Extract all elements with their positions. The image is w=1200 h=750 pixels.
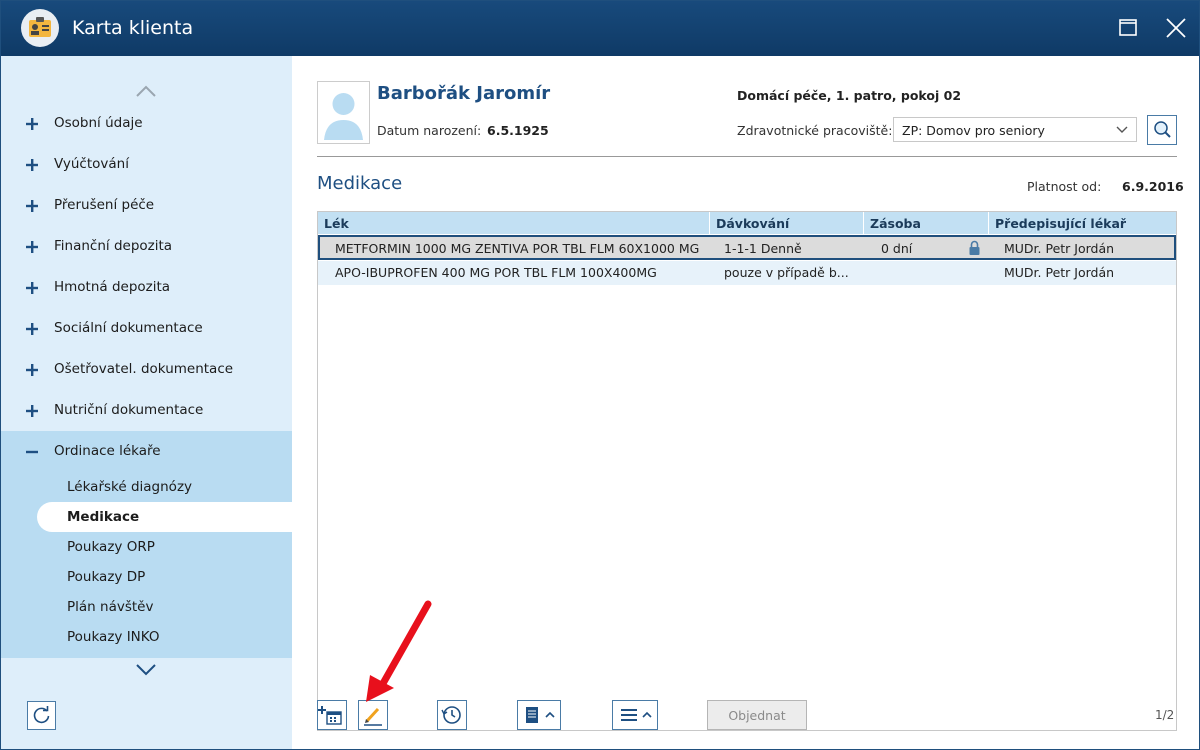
history-button[interactable] (437, 700, 467, 730)
plus-icon (26, 241, 38, 253)
document-icon (526, 707, 555, 723)
column-header-doctor[interactable]: Předepisující lékař (989, 212, 1176, 234)
client-location: Domácí péče, 1. patro, pokoj 02 (737, 88, 962, 103)
sidebar-item-label: Finanční depozita (54, 238, 173, 254)
table-row[interactable]: METFORMIN 1000 MG ZENTIVA POR TBL FLM 60… (318, 235, 1176, 260)
close-button[interactable] (1161, 13, 1191, 43)
cell-dosage: pouze v případě b... (724, 265, 849, 280)
cell-drug: METFORMIN 1000 MG ZENTIVA POR TBL FLM 60… (335, 241, 700, 256)
cell-doctor: MUDr. Petr Jordán (1004, 241, 1115, 256)
order-button[interactable]: Objednat (707, 700, 807, 730)
medication-table: Lék Dávkování Zásoba Předepisující lékař… (317, 211, 1177, 731)
plus-icon (26, 200, 38, 212)
cell-stock: 0 dní (881, 241, 913, 256)
sidebar-subitem-label: Poukazy DP (67, 569, 146, 585)
column-header-dosage[interactable]: Dávkování (710, 212, 864, 234)
sidebar-item-social-docs[interactable]: Sociální dokumentace (1, 309, 292, 350)
cell-drug: APO-IBUPROFEN 400 MG POR TBL FLM 100X400… (335, 265, 657, 280)
minus-icon (26, 450, 38, 454)
sidebar-item-financial-deposits[interactable]: Finanční depozita (1, 227, 292, 268)
sidebar: Osobní údaje Vyúčtování Přerušení péče F… (1, 56, 292, 749)
header-separator (317, 156, 1177, 157)
sidebar-subitem-label: Poukazy INKO (67, 629, 160, 645)
valid-from-label: Platnost od: (1027, 179, 1102, 194)
sidebar-item-label: Hmotná depozita (54, 279, 171, 295)
sidebar-item-doctor-office[interactable]: Ordinace lékaře (1, 432, 292, 473)
cell-doctor: MUDr. Petr Jordán (1004, 265, 1115, 280)
sidebar-item-care-interruption[interactable]: Přerušení péče (1, 186, 292, 227)
chevron-down-icon (1116, 126, 1128, 133)
scroll-down-icon[interactable] (131, 660, 161, 680)
valid-from-value: 6.9.2016 (1122, 179, 1184, 194)
sidebar-item-label: Sociální dokumentace (54, 320, 203, 336)
person-placeholder-icon (324, 93, 363, 140)
order-button-label: Objednat (728, 708, 786, 723)
workplace-label: Zdravotnické pracoviště: (737, 123, 893, 138)
plus-icon (26, 323, 38, 335)
sidebar-subitem-visit-plan[interactable]: Plán návštěv (37, 592, 292, 622)
history-icon (441, 706, 461, 724)
plus-icon (26, 118, 38, 130)
add-medication-button[interactable] (317, 700, 347, 730)
search-button[interactable] (1147, 115, 1177, 145)
more-menu-button[interactable] (612, 700, 658, 730)
column-header-drug[interactable]: Lék (318, 212, 710, 234)
sidebar-item-nursing-docs[interactable]: Ošetřovatel. dokumentace (1, 350, 292, 391)
sidebar-subitem-dp-vouchers[interactable]: Poukazy DP (37, 562, 292, 592)
sidebar-item-material-deposits[interactable]: Hmotná depozita (1, 268, 292, 309)
sidebar-subitem-label: Poukazy ORP (67, 539, 155, 555)
cell-dosage: 1-1-1 Denně (724, 241, 802, 256)
table-row[interactable]: APO-IBUPROFEN 400 MG POR TBL FLM 100X400… (318, 261, 1176, 285)
plus-icon (26, 405, 38, 417)
refresh-button[interactable] (27, 701, 56, 730)
sidebar-subitem-inko-vouchers[interactable]: Poukazy INKO (37, 622, 292, 652)
section-title: Medikace (317, 173, 403, 194)
refresh-icon (33, 706, 50, 724)
sidebar-item-label: Ošetřovatel. dokumentace (54, 361, 234, 377)
table-header: Lék Dávkování Zásoba Předepisující lékař (318, 212, 1176, 234)
client-name: Barbořák Jaromír (377, 83, 551, 104)
scroll-up-icon[interactable] (131, 81, 161, 101)
sidebar-item-label: Přerušení péče (54, 197, 155, 213)
sidebar-subitem-orp-vouchers[interactable]: Poukazy ORP (37, 532, 292, 562)
client-card-icon (21, 9, 59, 47)
maximize-button[interactable] (1112, 13, 1142, 43)
lock-icon (969, 240, 980, 255)
sidebar-item-label: Osobní údaje (54, 115, 143, 131)
workplace-select[interactable]: ZP: Domov pro seniory (893, 117, 1137, 142)
sidebar-subitem-medication[interactable]: Medikace (37, 502, 292, 532)
sidebar-item-nutrition-docs[interactable]: Nutriční dokumentace (1, 391, 292, 432)
hamburger-menu-icon (621, 709, 652, 721)
sidebar-subitem-diagnoses[interactable]: Lékařské diagnózy (37, 472, 292, 502)
dob-value: 6.5.1925 (487, 123, 549, 138)
sidebar-item-billing[interactable]: Vyúčtování (1, 145, 292, 186)
annotation-arrow-icon (366, 600, 432, 702)
document-menu-button[interactable] (517, 700, 561, 730)
plus-icon (26, 159, 38, 171)
sidebar-subitem-label: Lékařské diagnózy (67, 479, 193, 495)
title-bar: Karta klienta (1, 1, 1199, 56)
sidebar-item-label: Ordinace lékaře (54, 443, 161, 459)
client-avatar (317, 81, 370, 144)
column-header-stock[interactable]: Zásoba (864, 212, 989, 234)
sidebar-item-personal[interactable]: Osobní údaje (1, 104, 292, 145)
dob-label: Datum narození: (377, 123, 482, 138)
sidebar-item-label: Nutriční dokumentace (54, 402, 204, 418)
add-calendar-icon (318, 706, 342, 725)
page-indicator: 1/2 (1155, 708, 1175, 722)
plus-icon (26, 282, 38, 294)
client-card-window: Karta klienta Osobní údaje Vyúčtování Př… (0, 0, 1200, 750)
search-icon (1154, 121, 1171, 138)
sidebar-subitem-label: Medikace (67, 509, 140, 525)
workplace-select-value: ZP: Domov pro seniory (902, 123, 1045, 138)
plus-icon (26, 364, 38, 376)
window-title: Karta klienta (72, 17, 194, 39)
sidebar-subitem-label: Plán návštěv (67, 599, 154, 615)
sidebar-item-label: Vyúčtování (54, 156, 129, 172)
